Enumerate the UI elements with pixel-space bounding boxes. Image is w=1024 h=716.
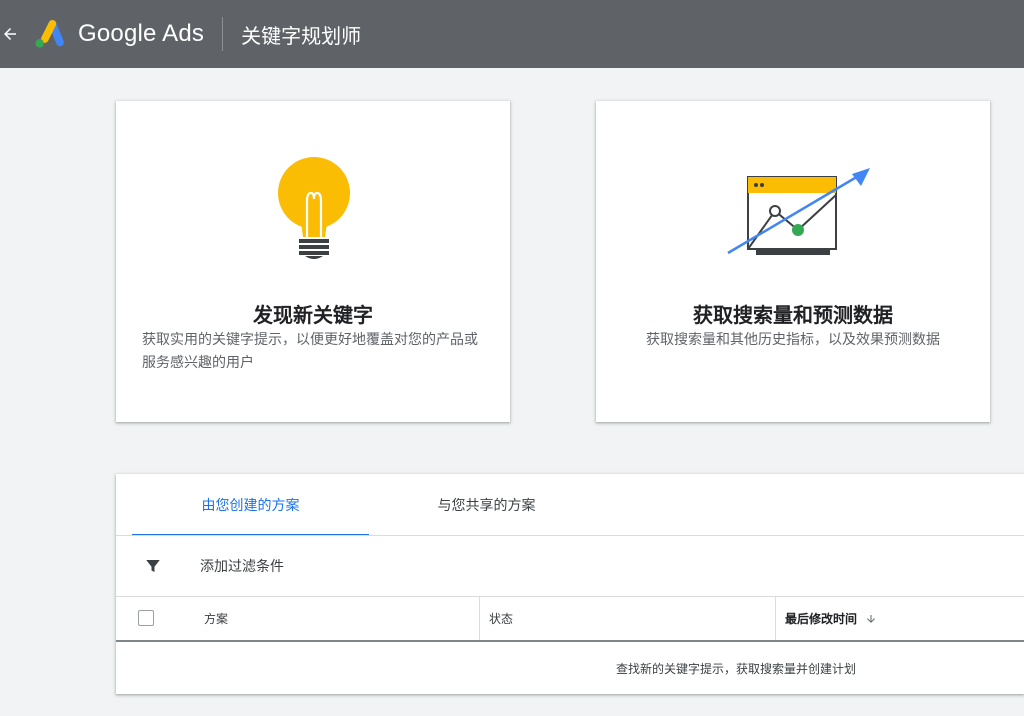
column-label: 最后修改时间 [785,612,858,626]
filter-icon[interactable] [144,557,162,575]
card-description: 获取搜索量和其他历史指标，以及效果预测数据 [646,331,940,347]
google-ads-logo-icon[interactable] [32,17,66,51]
arrow-back-icon [4,28,16,40]
table-header-divider [116,640,1024,642]
column-header-plan[interactable]: 方案 [204,597,228,640]
search-volume-card[interactable]: 获取搜索量和预测数据 获取搜索量和其他历史指标，以及效果预测数据 [596,101,990,422]
filter-bar: 添加过滤条件 [116,536,1024,596]
column-header-last-modified[interactable]: 最后修改时间 [785,597,877,640]
back-button[interactable] [0,0,24,68]
plans-tabs: 由您创建的方案 与您共享的方案 [132,474,604,536]
tab-shared-with-you[interactable]: 与您共享的方案 [369,474,604,536]
select-all-checkbox[interactable] [138,610,154,626]
arrow-down-icon [867,614,875,623]
column-header-status[interactable]: 状态 [489,597,513,640]
card-title: 发现新关键字 [253,305,373,327]
brand-name[interactable]: Google Ads [78,20,204,48]
column-label: 方案 [204,612,229,626]
table-header: 方案 状态 最后修改时间 [116,597,1024,640]
empty-state-message: 查找新的关键字提示，获取搜索量并创建计划 [616,662,857,676]
header-divider [222,17,224,51]
page-title: 关键字规划师 [241,25,362,48]
column-divider [775,597,776,640]
lightbulb-icon [278,157,350,259]
plans-panel: 由您创建的方案 与您共享的方案 添加过滤条件 方案 状态 最后修改时间 查找新的… [116,474,1024,694]
discover-keywords-card[interactable]: 发现新关键字 获取实用的关键字提示，以便更好地覆盖对您的产品或服务感兴趣的用户 [116,101,510,422]
growth-chart-icon [727,168,870,255]
card-title: 获取搜索量和预测数据 [693,305,893,327]
column-divider [479,597,480,640]
tab-created-by-you[interactable]: 由您创建的方案 [132,474,369,536]
add-filter-button[interactable]: 添加过滤条件 [200,556,284,576]
top-bar: Google Ads 关键字规划师 [0,0,1024,68]
column-label: 状态 [489,612,514,626]
card-description: 获取实用的关键字提示，以便更好地覆盖对您的产品或服务感兴趣的用户 [142,331,478,370]
